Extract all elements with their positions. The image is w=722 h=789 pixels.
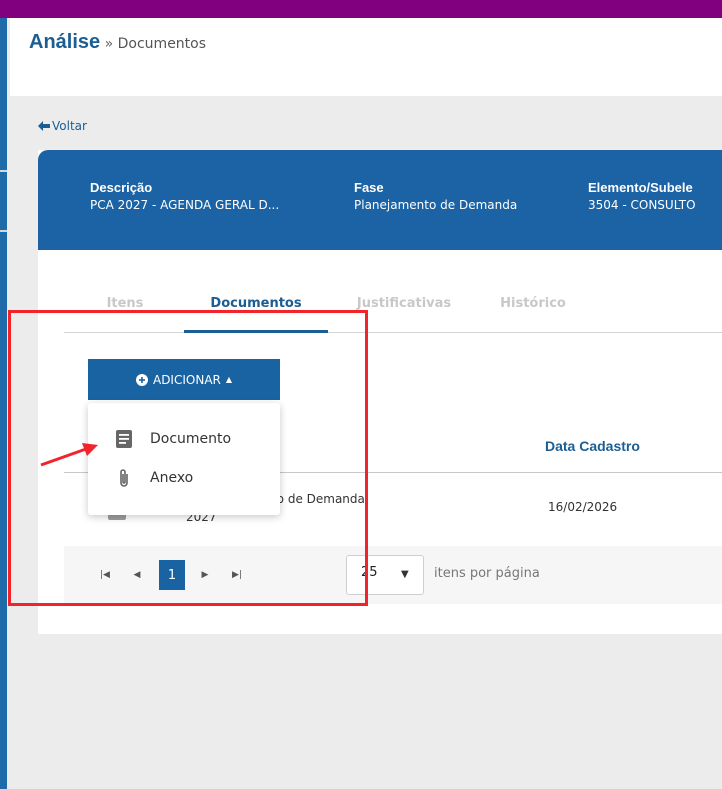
field-value: 3504 - CONSULTO xyxy=(588,198,696,212)
summary-field-descricao: Descrição PCA 2027 - AGENDA GERAL D... xyxy=(90,180,279,212)
arrow-left-icon xyxy=(38,121,50,131)
breadcrumb-separator: » xyxy=(104,36,114,52)
summary-header: Descrição PCA 2027 - AGENDA GERAL D... F… xyxy=(38,150,722,250)
field-value: PCA 2027 - AGENDA GERAL D... xyxy=(90,198,280,212)
page-header xyxy=(10,18,722,96)
summary-field-elemento: Elemento/Subele 3504 - CONSULTO xyxy=(588,180,696,212)
back-link[interactable]: Voltar xyxy=(38,119,87,133)
breadcrumb: Análise » Documentos xyxy=(29,31,206,54)
field-label: Elemento/Subele xyxy=(588,180,693,195)
page-title[interactable]: Análise xyxy=(29,31,100,53)
back-link-label: Voltar xyxy=(52,119,87,133)
breadcrumb-current: Documentos xyxy=(117,36,207,52)
column-header-date[interactable]: Data Cadastro xyxy=(545,438,640,454)
tab-historico[interactable]: Histórico xyxy=(494,294,572,333)
per-page-label: itens por página xyxy=(434,566,540,581)
left-rail-strip xyxy=(0,18,7,789)
field-label: Descrição xyxy=(90,180,153,195)
annotation-arrow-icon xyxy=(40,443,98,467)
rail-divider xyxy=(0,170,7,172)
field-value: Planejamento de Demanda xyxy=(354,198,518,212)
top-accent-bar xyxy=(0,0,722,18)
row-date: 16/02/2026 xyxy=(548,500,618,514)
caret-down-icon: ▼ xyxy=(401,569,409,580)
rail-divider xyxy=(0,230,7,232)
field-label: Fase xyxy=(354,180,384,195)
summary-field-fase: Fase Planejamento de Demanda xyxy=(354,180,517,212)
